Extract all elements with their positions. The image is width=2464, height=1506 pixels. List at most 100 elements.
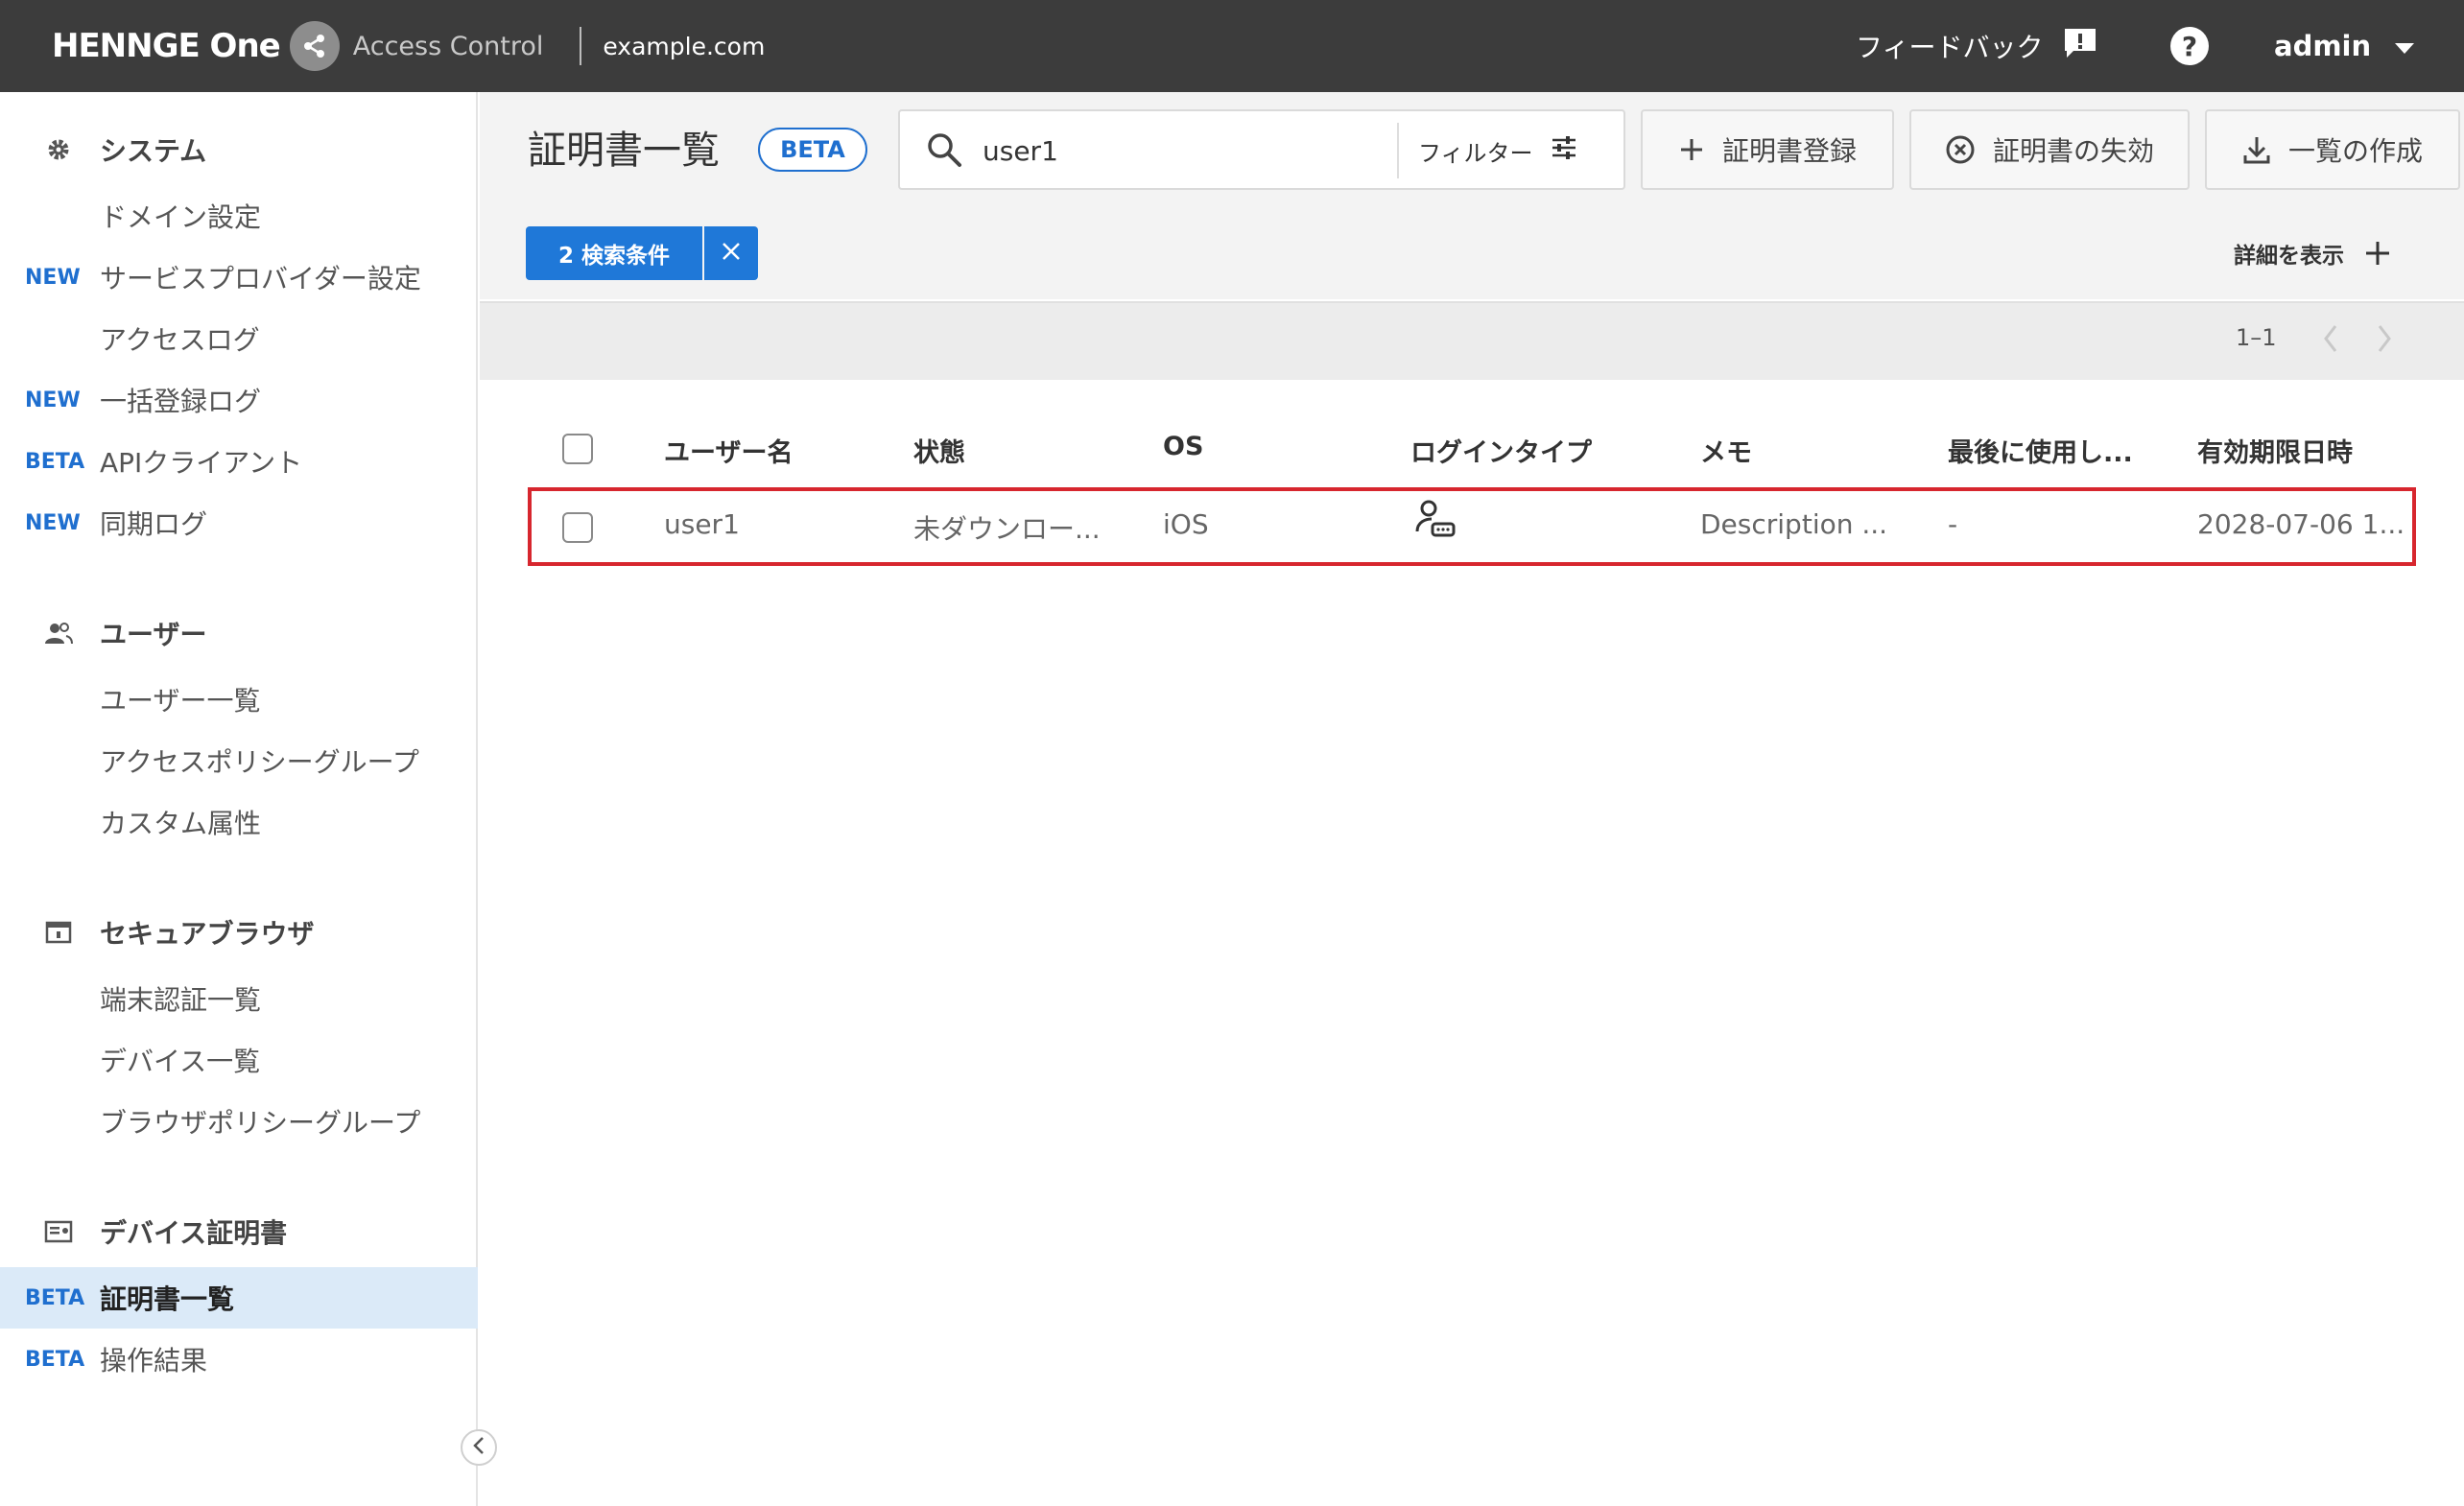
column-header-last-used[interactable]: 最後に使用し... <box>1948 432 2133 469</box>
sidebar-item-label: カスタム属性 <box>100 808 262 839</box>
sidebar-item-sync-log[interactable]: NEW 同期ログ <box>0 492 478 553</box>
page-title: 証明書一覧 <box>528 129 720 173</box>
sidebar-item-service-provider-settings[interactable]: NEW サービスプロバイダー設定 <box>0 247 478 308</box>
column-header-status[interactable]: 状態 <box>913 432 965 469</box>
revoke-certificate-label: 証明書の失効 <box>1992 135 2154 167</box>
sidebar-section-title: ユーザー <box>100 619 207 650</box>
chevron-right-icon <box>2374 325 2395 361</box>
column-header-login-type[interactable]: ログインタイプ <box>1410 432 1592 469</box>
pagination-bar <box>480 301 2464 380</box>
sidebar-section-secure-browser: セキュアブラウザ <box>0 904 478 961</box>
top-bar: HENNGE One Access Control example.com フィ… <box>0 0 2464 92</box>
sidebar-item-badge: BETA <box>25 1285 85 1310</box>
column-header-expires[interactable]: 有効期限日時 <box>2197 432 2353 469</box>
cell-username: user1 <box>664 508 740 540</box>
chevron-down-icon <box>2394 30 2415 62</box>
sidebar-item-badge: BETA <box>25 1347 85 1372</box>
plus-icon <box>1678 136 1705 163</box>
column-header-username[interactable]: ユーザー名 <box>664 432 793 469</box>
sidebar-section-users: ユーザー <box>0 604 478 662</box>
sidebar-item-access-log[interactable]: アクセスログ <box>0 308 478 369</box>
sidebar-item-label: 証明書一覧 <box>100 1283 235 1315</box>
sidebar-section-title: システム <box>100 135 207 167</box>
sidebar-item-label: ブラウザポリシーグループ <box>100 1107 421 1139</box>
sidebar-item-custom-attributes[interactable]: カスタム属性 <box>0 791 478 853</box>
sidebar-item-badge: NEW <box>25 388 81 412</box>
revoke-certificate-button[interactable]: 証明書の失効 <box>1909 109 2190 190</box>
show-details-button[interactable]: 詳細を表示 <box>2234 230 2392 276</box>
plus-icon <box>2363 239 2392 268</box>
user-password-icon <box>1414 499 1457 548</box>
sidebar-section-system: システム <box>0 121 478 178</box>
export-list-label: 一覧の作成 <box>2287 135 2423 167</box>
filter-button[interactable]: フィルター <box>1418 123 1610 178</box>
brand[interactable]: HENNGE One Access Control example.com <box>52 21 765 71</box>
sidebar: システム ドメイン設定 NEW サービスプロバイダー設定 アクセスログ NEW … <box>0 92 478 1506</box>
sliders-icon <box>1551 135 1577 166</box>
account-menu[interactable]: admin <box>2274 21 2415 71</box>
sidebar-item-label: 操作結果 <box>100 1345 208 1377</box>
search-divider <box>1397 123 1399 178</box>
column-header-memo[interactable]: メモ <box>1700 432 1752 469</box>
sidebar-item-label: デバイス一覧 <box>100 1046 261 1077</box>
sidebar-section-device-certificate: デバイス証明書 <box>0 1203 478 1260</box>
register-certificate-button[interactable]: 証明書登録 <box>1641 109 1894 190</box>
help-icon: ? <box>2181 30 2198 62</box>
sidebar-item-device-auth-list[interactable]: 端末認証一覧 <box>0 968 478 1029</box>
filter-label: フィルター <box>1418 139 1533 167</box>
pagination-next-button[interactable] <box>2374 320 2395 361</box>
feedback-icon <box>2062 26 2098 67</box>
search-box: フィルター <box>898 109 1625 190</box>
sidebar-item-access-policy-group[interactable]: アクセスポリシーグループ <box>0 730 478 791</box>
clear-conditions-button[interactable] <box>704 226 758 280</box>
sidebar-item-certificate-list[interactable]: BETA 証明書一覧 <box>0 1267 478 1329</box>
column-header-os[interactable]: OS <box>1163 432 1203 461</box>
sidebar-item-user-list[interactable]: ユーザー一覧 <box>0 669 478 730</box>
search-condition-chip: 2 検索条件 <box>526 226 758 280</box>
sidebar-item-browser-policy-group[interactable]: ブラウザポリシーグループ <box>0 1091 478 1152</box>
sidebar-item-badge: BETA <box>25 449 85 474</box>
sidebar-item-label: APIクライアント <box>100 447 303 479</box>
sidebar-item-label: アクセスログ <box>100 324 260 356</box>
certificate-icon <box>42 1215 75 1248</box>
row-checkbox[interactable] <box>562 512 593 543</box>
sidebar-item-badge: NEW <box>25 510 81 535</box>
register-certificate-label: 証明書登録 <box>1721 135 1857 167</box>
sidebar-section-title: セキュアブラウザ <box>100 918 315 950</box>
sidebar-item-badge: NEW <box>25 265 81 290</box>
sidebar-collapse-button[interactable] <box>461 1429 497 1466</box>
pagination-range: 1–1 <box>2236 324 2277 351</box>
pagination-prev-button[interactable] <box>2320 320 2341 361</box>
cell-memo: Description ... <box>1700 508 1888 540</box>
cell-last-used: - <box>1948 508 1958 540</box>
sidebar-item-device-list[interactable]: デバイス一覧 <box>0 1029 478 1091</box>
sidebar-item-label: ユーザー一覧 <box>100 685 261 717</box>
feedback-button[interactable]: フィードバック <box>1856 21 2098 71</box>
select-all-checkbox[interactable] <box>562 434 593 464</box>
cell-expires: 2028-07-06 1... <box>2197 508 2405 540</box>
brand-separator <box>580 27 582 65</box>
sidebar-item-label: アクセスポリシーグループ <box>100 746 419 778</box>
search-condition-label[interactable]: 2 検索条件 <box>526 226 702 280</box>
export-list-button[interactable]: 一覧の作成 <box>2205 109 2460 190</box>
search-icon <box>925 130 963 173</box>
sidebar-item-domain-settings[interactable]: ドメイン設定 <box>0 185 478 247</box>
chevron-left-icon <box>2320 325 2341 361</box>
table-row[interactable] <box>528 487 2416 566</box>
sidebar-item-api-client[interactable]: BETA APIクライアント <box>0 431 478 492</box>
tenant-domain: example.com <box>603 32 766 60</box>
sidebar-item-label: 同期ログ <box>100 508 208 540</box>
users-icon <box>42 617 75 649</box>
cell-os: iOS <box>1163 508 1209 540</box>
sidebar-item-operation-results[interactable]: BETA 操作結果 <box>0 1329 478 1390</box>
gear-icon <box>42 133 75 166</box>
help-button[interactable]: ? <box>2170 27 2209 65</box>
beta-badge: BETA <box>758 128 867 172</box>
browser-icon <box>42 916 75 949</box>
sidebar-item-label: 一括登録ログ <box>100 386 262 417</box>
search-input[interactable] <box>981 129 1316 173</box>
download-icon <box>2242 134 2271 165</box>
brand-name: HENNGE One <box>52 27 281 65</box>
sidebar-item-bulk-register-log[interactable]: NEW 一括登録ログ <box>0 369 478 431</box>
circle-x-icon <box>1945 134 1976 165</box>
